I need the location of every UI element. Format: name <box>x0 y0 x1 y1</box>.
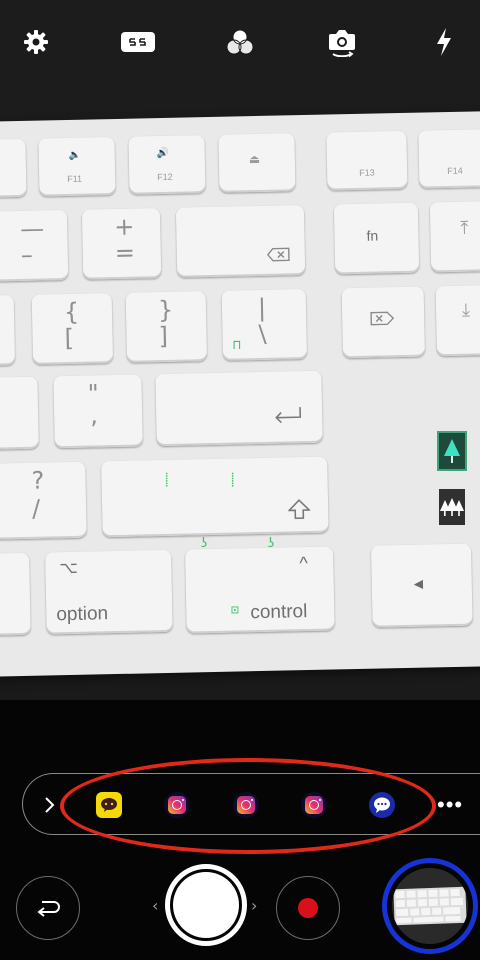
focus-marker: ⊓ <box>233 338 241 353</box>
flash-button[interactable] <box>424 22 464 62</box>
multi-tree-button[interactable] <box>437 487 467 527</box>
more-apps-button[interactable]: ••• <box>437 792 463 818</box>
focus-marker: ⸽ <box>165 473 169 488</box>
settings-button[interactable] <box>16 22 56 62</box>
key-f13: F13 <box>326 130 408 191</box>
highlight-annotation-blue <box>382 858 478 954</box>
key-bracket-close: } ] <box>125 291 208 363</box>
key-fn: fn <box>333 202 420 275</box>
tray-expand-button[interactable] <box>40 790 60 820</box>
key-minus: — – <box>0 209 69 282</box>
shutter-inner <box>173 872 239 938</box>
gear-icon <box>24 30 48 54</box>
key-f10 <box>0 138 27 198</box>
multi-tree-icon <box>440 498 464 516</box>
switch-camera-icon <box>329 30 355 57</box>
filter-button[interactable] <box>220 22 260 62</box>
key-forward-delete <box>341 286 426 359</box>
keyboard-photo: 🔈 F11 🔊 F12 ⏏ F13 F14 — – + = fn ⤒ {[}… <box>0 110 480 677</box>
key-quote: " , <box>53 374 143 449</box>
key-f12: 🔊 F12 <box>128 135 206 195</box>
key-bracket-open: { [ <box>31 293 114 365</box>
aspect-ratio-icon <box>121 32 155 52</box>
key-f11: 🔈 F11 <box>38 136 116 197</box>
filter-icon <box>226 29 254 55</box>
key-left-arrow: ◀ <box>370 543 473 628</box>
record-button[interactable] <box>276 876 340 940</box>
key-p <box>0 295 16 366</box>
key-end: ⤓ <box>435 284 480 357</box>
key-equals: + = <box>81 208 162 280</box>
switch-camera-button[interactable] <box>322 22 362 62</box>
key-delete <box>175 205 306 278</box>
key-slash: ? / <box>0 461 87 540</box>
shutter-right-arrow: › <box>251 896 258 915</box>
focus-marker: ʖ <box>200 536 208 551</box>
focus-marker: ʖ <box>267 536 275 551</box>
shutter-button[interactable] <box>165 864 247 946</box>
shutter-left-arrow: ‹ <box>152 896 159 915</box>
key-semicolon <box>0 376 39 450</box>
back-button[interactable] <box>16 876 80 940</box>
focus-marker: ⸽ <box>231 473 235 488</box>
focus-marker: ⊡ <box>231 603 239 618</box>
record-dot-icon <box>298 898 318 918</box>
key-shift <box>101 456 329 538</box>
single-tree-icon <box>444 439 460 463</box>
chevron-right-icon <box>45 797 55 813</box>
aspect-ratio-button[interactable] <box>118 22 158 62</box>
key-control: ^ control <box>185 546 335 634</box>
back-arrow-icon <box>37 901 60 917</box>
camera-viewfinder[interactable]: 🔈 F11 🔊 F12 ⏏ F13 F14 — – + = fn ⤒ {[}… <box>0 0 480 700</box>
flash-icon <box>437 28 451 56</box>
key-eject: ⏏ <box>218 133 296 193</box>
highlight-annotation-red <box>60 758 436 854</box>
key-command <box>0 552 31 636</box>
key-option: ⌥ option <box>45 549 173 635</box>
key-return <box>155 370 323 447</box>
single-tree-button[interactable] <box>437 431 467 471</box>
key-home: ⤒ <box>429 200 480 273</box>
key-f14: F14 <box>418 128 480 189</box>
